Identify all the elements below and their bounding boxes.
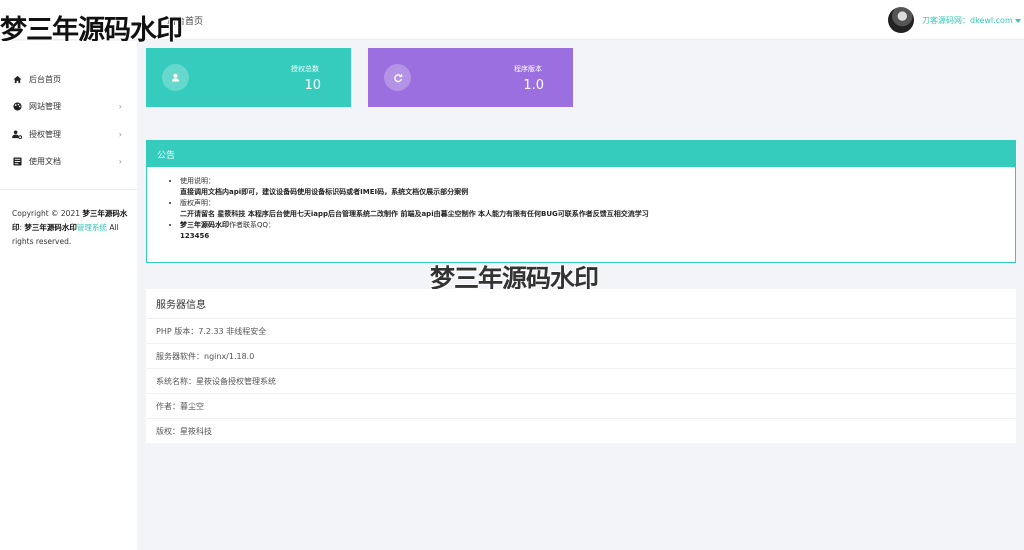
document-icon [12,157,22,167]
sidebar-item-docs[interactable]: 使用文档 › [0,148,137,175]
copyright-link[interactable]: 管理系统 [77,223,107,232]
chevron-right-icon: › [118,157,122,166]
notice-list: 使用说明： 直接调用文档内api即可，建议设备码使用设备标识码或者IMEI码，系… [147,167,1015,242]
caret-down-icon [1014,18,1021,23]
list-item: 使用说明： 直接调用文档内api即可，建议设备码使用设备标识码或者IMEI码，系… [180,176,1015,198]
sidebar: 后台首页 网站管理 › 授权管理 › 使用文档 › Copyright © 20… [0,41,137,550]
server-info-title: 服务器信息 [146,289,1016,319]
user-link-text: 刀客源码网：dkewl.com [922,16,1013,25]
stat-label: 程序版本 [514,65,542,73]
copyright-prefix: Copyright © 2021 [12,209,81,218]
notice-watermark: 梦三年源码水印 [180,221,229,229]
stat-card-licenses: 授权总数 10 [146,48,351,107]
server-info-panel: 服务器信息 PHP 版本：7.2.33 非线程安全 服务器软件：nginx/1.… [146,289,1016,443]
stat-label: 授权总数 [291,65,319,73]
notice-text: 123456 [180,232,210,240]
user-gear-icon [12,130,22,140]
user-icon [162,64,189,91]
list-item: 版权声明： 二开请留名 星筱科技 本程序后台使用七天iapp后台管理系统二改制作… [180,198,1015,220]
stat-value: 10 [304,78,321,93]
list-item: 梦三年源码水印作者联系QQ： 123456 [180,220,1015,242]
table-row: 系统名称：星筱设备授权管理系统 [146,369,1016,394]
stat-value: 1.0 [523,78,544,93]
chevron-right-icon: › [118,102,122,111]
table-row: 服务器软件：nginx/1.18.0 [146,344,1016,369]
user-menu[interactable]: 刀客源码网：dkewl.com [922,15,1021,26]
sidebar-item-label: 使用文档 [29,157,61,166]
table-row: 版权：星筱科技 [156,427,212,436]
notice-title: 公告 [147,141,1015,167]
table-row: 作者：暮尘空 [146,394,1016,419]
notice-heading: 作者联系QQ： [229,221,276,229]
sidebar-item-label: 后台首页 [29,75,61,84]
chevron-right-icon: › [118,130,122,139]
stat-card-version: 程序版本 1.0 [368,48,573,107]
table-row: PHP 版本：7.2.33 非线程安全 [146,319,1016,344]
notice-text: 直接调用文档内api即可，建议设备码使用设备标识码或者IMEI码，系统文档仅展示… [180,188,469,196]
notice-heading: 使用说明： [180,177,215,185]
notice-panel: 公告 使用说明： 直接调用文档内api即可，建议设备码使用设备标识码或者IMEI… [146,140,1016,263]
sidebar-item-home[interactable]: 后台首页 [0,66,137,93]
copyright-watermark: 梦三年源码水印 [24,223,77,232]
refresh-icon [384,64,411,91]
home-icon [12,75,22,85]
sidebar-item-auth[interactable]: 授权管理 › [0,121,137,148]
avatar[interactable] [888,7,914,33]
sidebar-divider [0,189,137,190]
notice-text: 二开请留名 星筱科技 本程序后台使用七天iapp后台管理系统二改制作 前端及ap… [180,210,649,218]
palette-icon [12,102,22,112]
sidebar-item-label: 网站管理 [29,102,61,111]
copyright: Copyright © 2021 梦三年源码水印: 梦三年源码水印管理系统 Al… [12,209,128,246]
sidebar-item-site[interactable]: 网站管理 › [0,93,137,120]
sidebar-item-label: 授权管理 [29,130,61,139]
notice-heading: 版权声明： [180,199,215,207]
